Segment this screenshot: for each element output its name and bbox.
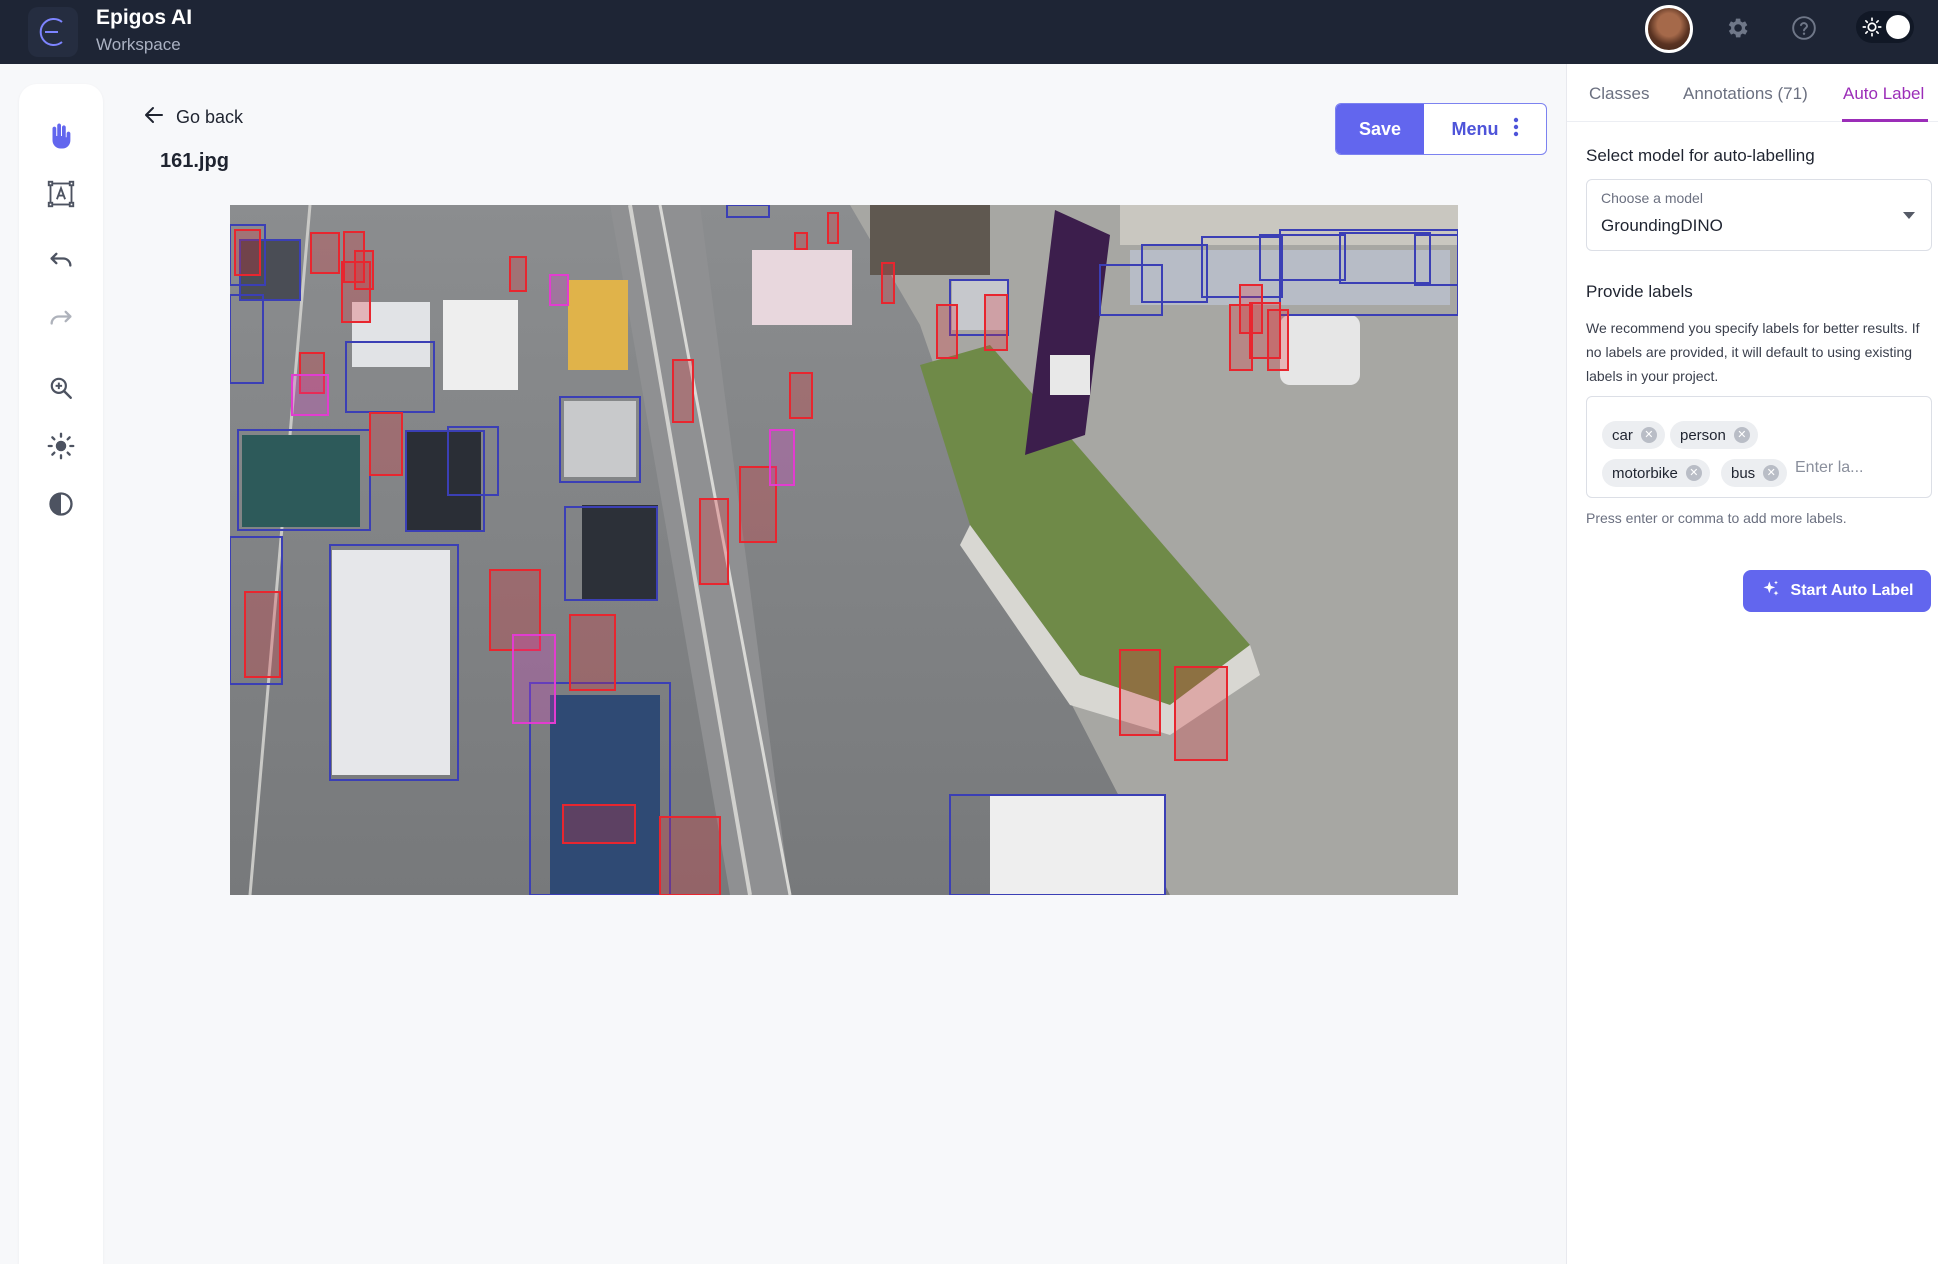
top-bar: Epigos AI Workspace	[0, 0, 1938, 64]
help-icon[interactable]	[1789, 13, 1819, 43]
brightness-icon[interactable]	[45, 430, 77, 462]
tab-classes[interactable]: Classes	[1589, 84, 1649, 104]
avatar[interactable]	[1645, 5, 1693, 53]
tab-auto-label[interactable]: Auto Label	[1843, 84, 1924, 104]
bounding-box-tool-icon[interactable]	[45, 178, 77, 210]
theme-toggle[interactable]	[1856, 11, 1914, 43]
label-chip-text: person	[1680, 426, 1726, 444]
label-chip: bus ✕	[1721, 459, 1788, 487]
label-input[interactable]	[1795, 459, 1915, 477]
provide-labels-heading: Provide labels	[1586, 282, 1693, 301]
annotation-canvas[interactable]	[230, 205, 1458, 895]
remove-chip-icon[interactable]: ✕	[1733, 427, 1750, 443]
epigos-logo-icon[interactable]	[28, 7, 78, 57]
model-select[interactable]: Choose a model GroundingDINO	[1586, 179, 1932, 251]
menu-button[interactable]: Menu	[1424, 104, 1546, 154]
right-panel: Classes Annotations (71) Auto Label Sele…	[1566, 64, 1938, 1264]
label-chip: car ✕	[1602, 421, 1665, 449]
menu-label: Menu	[1451, 118, 1499, 139]
annotation-overlay	[230, 205, 1458, 895]
start-auto-label-button[interactable]: Start Auto Label	[1743, 570, 1931, 612]
hand-tool-icon[interactable]	[45, 120, 77, 152]
go-back-label: Go back	[176, 107, 244, 127]
left-toolbar	[19, 84, 103, 1264]
remove-chip-icon[interactable]: ✕	[1685, 465, 1702, 481]
tab-annotations[interactable]: Annotations (71)	[1683, 84, 1808, 104]
labels-help-text: We recommend you specify labels for bett…	[1586, 320, 1920, 384]
model-select-label: Choose a model	[1601, 190, 1703, 206]
contrast-icon[interactable]	[45, 488, 77, 520]
app-title: Epigos AI	[96, 6, 193, 29]
start-auto-label-text: Start Auto Label	[1790, 582, 1914, 599]
undo-icon[interactable]	[45, 246, 77, 278]
label-chip-text: motorbike	[1612, 464, 1678, 482]
action-button-group: Save Menu	[1335, 103, 1547, 155]
save-button[interactable]: Save	[1336, 104, 1424, 154]
remove-chip-icon[interactable]: ✕	[1640, 427, 1657, 443]
brand: Epigos AI Workspace	[96, 6, 192, 56]
label-chip-text: bus	[1731, 464, 1756, 482]
label-chip-text: car	[1612, 426, 1633, 444]
select-model-heading: Select model for auto-labelling	[1586, 146, 1815, 165]
toggle-knob	[1886, 15, 1910, 39]
sun-icon	[1860, 15, 1884, 39]
sparkles-icon	[1761, 579, 1781, 604]
model-select-value: GroundingDINO	[1601, 216, 1723, 235]
remove-chip-icon[interactable]: ✕	[1763, 465, 1780, 481]
go-back-link[interactable]: Go back	[142, 103, 243, 132]
label-chip: person ✕	[1670, 421, 1758, 449]
label-chip: motorbike ✕	[1602, 459, 1710, 487]
gear-icon[interactable]	[1722, 13, 1752, 43]
chevron-down-icon	[1903, 212, 1915, 219]
panel-tabs: Classes Annotations (71) Auto Label	[1567, 64, 1938, 122]
arrow-left-icon	[142, 103, 166, 132]
labels-hint: Press enter or comma to add more labels.	[1586, 510, 1847, 526]
kebab-menu-icon	[1513, 117, 1519, 142]
redo-icon[interactable]	[45, 304, 77, 336]
app-subtitle: Workspace	[96, 35, 181, 54]
active-tab-indicator	[1842, 119, 1928, 122]
file-name: 161.jpg	[160, 150, 229, 172]
labels-input-box[interactable]: car ✕ person ✕ motorbike ✕ bus ✕	[1586, 396, 1932, 498]
zoom-icon[interactable]	[45, 372, 77, 404]
